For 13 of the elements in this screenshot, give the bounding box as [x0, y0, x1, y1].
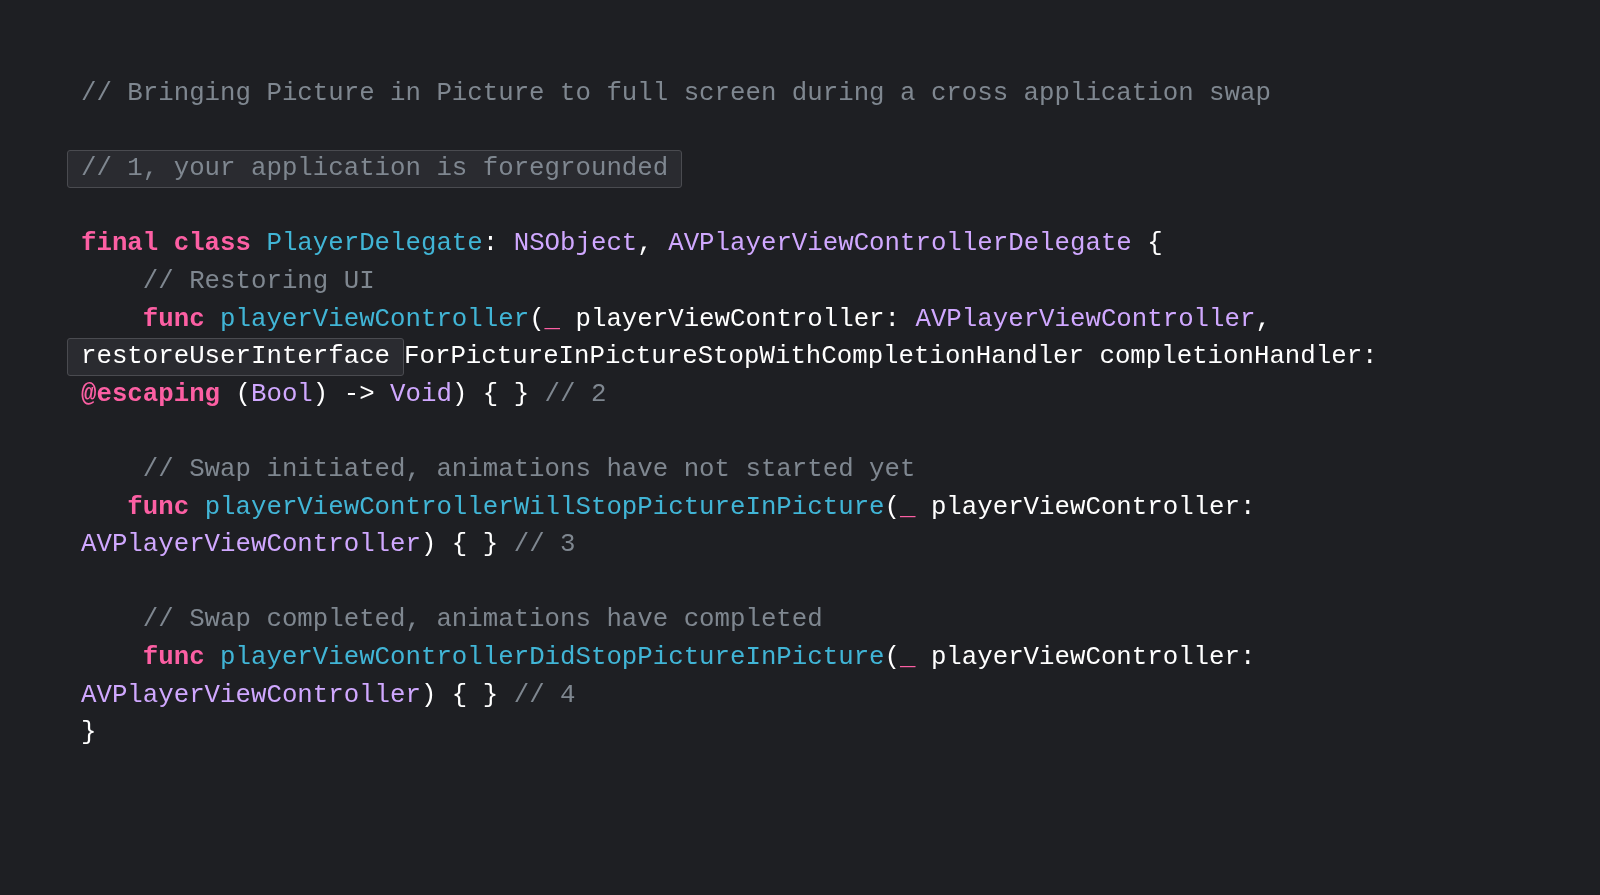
- code-line: // Swap completed, animations have completed: [141, 604, 823, 637]
- code-line: func playerViewControllerWillStopPictureInPicture(_ playerViewController:: [126, 491, 1256, 524]
- code-line: final class PlayerDelegate: NSObject, AVPlayerViewControllerDelegate {: [81, 228, 1163, 261]
- code-line: // Swap initiated, animations have not started yet: [141, 453, 916, 486]
- code-line: AVPlayerViewController) { } // 4: [81, 679, 576, 712]
- code-line: // Restoring UI: [141, 265, 375, 298]
- code-line: // Bringing Picture in Picture to full screen during a cross application swap: [81, 78, 1271, 110]
- code-line: @escaping (Bool) -> Void) { } // 2: [81, 378, 607, 411]
- code-line: }: [81, 717, 97, 750]
- code-line: AVPlayerViewController) { } // 3: [81, 529, 576, 562]
- code-line: func playerViewControllerDidStopPictureInPicture(_ playerViewController:: [141, 641, 1256, 674]
- code-line: func playerViewController(_ playerViewController: AVPlayerViewController,: [141, 303, 1271, 336]
- code-line: restoreUserInterface ForPictureInPictureStopWithCompletionHandler completionHandler:: [67, 338, 1378, 376]
